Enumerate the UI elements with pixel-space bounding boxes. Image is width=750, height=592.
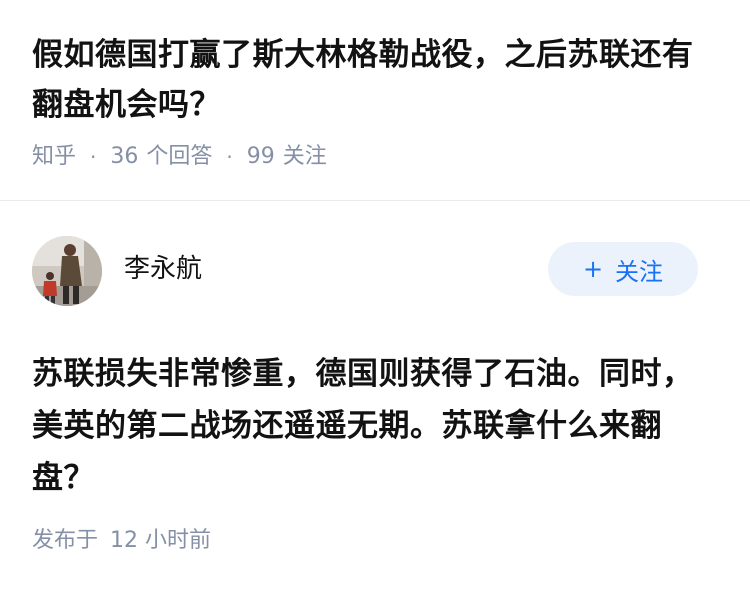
answer-text[interactable]: 苏联损失非常惨重，德国则获得了石油。同时，美英的第二战场还遥遥无期。苏联拿什么来… bbox=[32, 348, 722, 504]
published-label: 发布于 bbox=[32, 528, 99, 553]
answers-label: 个回答 bbox=[146, 144, 213, 169]
followers-label: 关注 bbox=[282, 144, 327, 169]
question-title[interactable]: 假如德国打赢了斯大林格勒战役，之后苏联还有翻盘机会吗？ bbox=[32, 30, 722, 130]
followers-count-link[interactable]: 99 关注 bbox=[247, 142, 327, 172]
plus-icon: + bbox=[582, 255, 604, 283]
follow-button[interactable]: + 关注 bbox=[548, 242, 698, 296]
separator-dot: · bbox=[226, 145, 233, 169]
question-header: 假如德国打赢了斯大林格勒战役，之后苏联还有翻盘机会吗？ 知乎 · 36 个回答 ·… bbox=[32, 30, 722, 172]
follow-button-label: 关注 bbox=[615, 257, 664, 286]
avatar-image bbox=[32, 236, 102, 306]
avatar[interactable] bbox=[32, 236, 102, 306]
published-time: 12 小时前 bbox=[110, 528, 212, 553]
answer-content: 苏联损失非常惨重，德国则获得了石油。同时，美英的第二战场还遥遥无期。苏联拿什么来… bbox=[32, 348, 722, 504]
author-name[interactable]: 李永航 bbox=[124, 252, 202, 286]
source-label[interactable]: 知乎 bbox=[32, 142, 76, 172]
followers-count: 99 bbox=[246, 144, 275, 169]
answer-timestamp: 发布于 12 小时前 bbox=[32, 526, 211, 556]
answers-count-link[interactable]: 36 个回答 bbox=[110, 142, 212, 172]
question-meta: 知乎 · 36 个回答 · 99 关注 bbox=[32, 142, 722, 172]
separator-dot: · bbox=[90, 145, 97, 169]
section-divider bbox=[0, 200, 750, 201]
answers-count: 36 bbox=[110, 144, 139, 169]
author-row: 李永航 + 关注 bbox=[32, 236, 698, 306]
